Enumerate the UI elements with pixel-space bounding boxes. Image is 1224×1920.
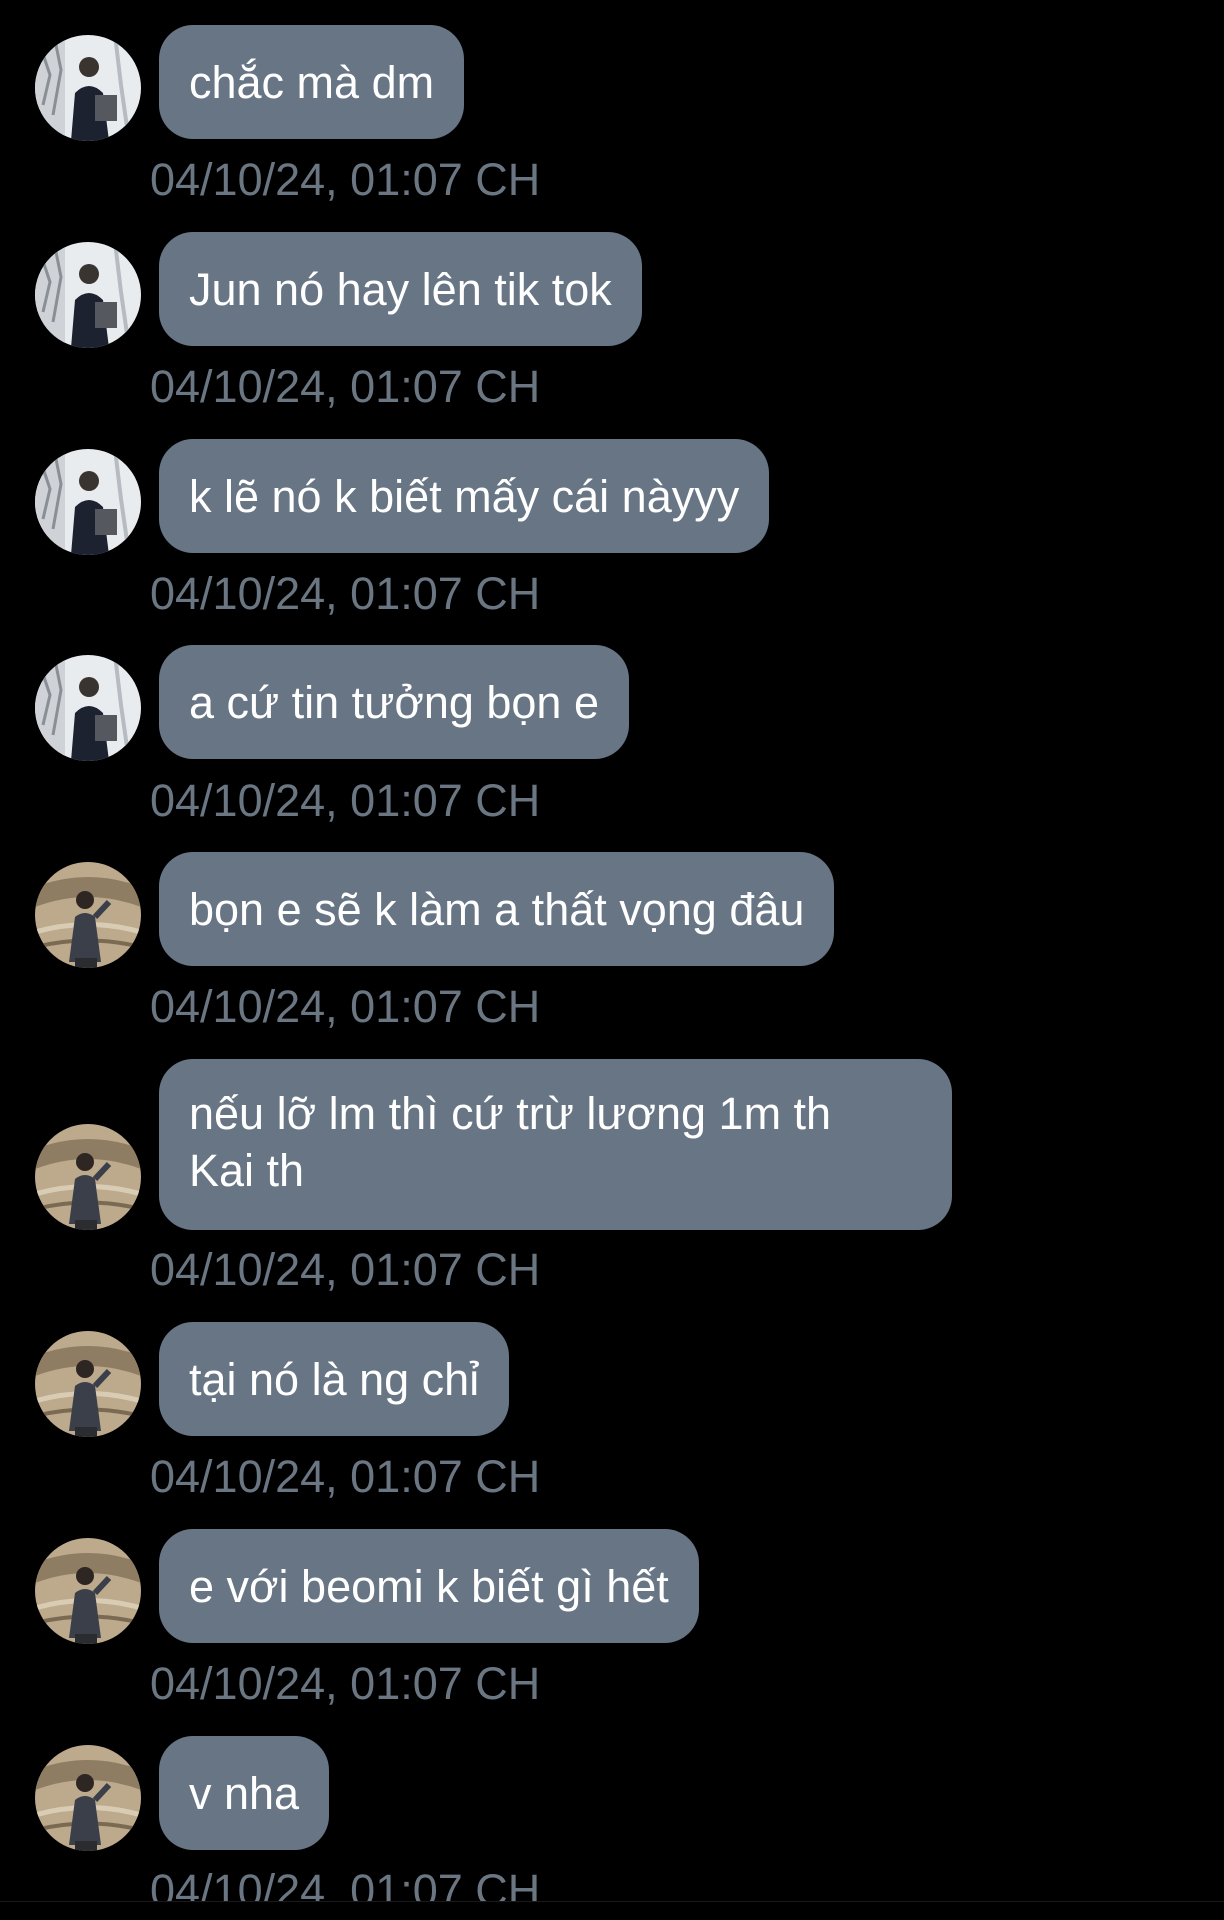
person-photo-icon [35,449,141,555]
message-timestamp: 04/10/24, 01:07 CH [150,775,541,826]
message-timestamp: 04/10/24, 01:07 CH [150,1658,541,1709]
message-bubble[interactable]: nếu lỡ lm thì cứ trừ lương 1m th Kai th [159,1059,952,1230]
avatar[interactable] [35,1538,141,1644]
avatar[interactable] [35,655,141,761]
message-bubble[interactable]: e với beomi k biết gì hết [159,1529,699,1643]
message-bubble[interactable]: bọn e sẽ k làm a thất vọng đâu [159,852,835,966]
message-timestamp: 04/10/24, 01:07 CH [150,1244,541,1295]
person-photo-icon [35,655,141,761]
avatar[interactable] [35,1745,141,1851]
message-timestamp: 04/10/24, 01:07 CH [150,154,541,205]
chat-thread[interactable]: chắc mà dm 04/10/24, 01:07 CH Jun nó hay… [0,0,1224,1920]
person-photo-icon [35,1124,141,1230]
avatar[interactable] [35,449,141,555]
person-photo-icon [35,1538,141,1644]
message-timestamp: 04/10/24, 01:07 CH [150,361,541,412]
message-bubble[interactable]: tại nó là ng chỉ [159,1322,510,1436]
avatar[interactable] [35,862,141,968]
message-bubble[interactable]: chắc mà dm [159,25,465,139]
avatar[interactable] [35,1124,141,1230]
person-photo-icon [35,242,141,348]
person-photo-icon [35,35,141,141]
person-photo-icon [35,1745,141,1851]
avatar[interactable] [35,242,141,348]
message-bubble[interactable]: v nha [159,1736,330,1850]
message-timestamp: 04/10/24, 01:07 CH [150,981,541,1032]
message-timestamp: 04/10/24, 01:07 CH [150,568,541,619]
person-photo-icon [35,862,141,968]
message-bubble[interactable]: a cứ tin tưởng bọn e [159,645,629,759]
bottom-bar [0,1902,1224,1920]
avatar[interactable] [35,35,141,141]
message-bubble[interactable]: k lẽ nó k biết mấy cái nàyyy [159,439,770,553]
message-timestamp: 04/10/24, 01:07 CH [150,1451,541,1502]
message-bubble[interactable]: Jun nó hay lên tik tok [159,232,642,346]
person-photo-icon [35,1331,141,1437]
avatar[interactable] [35,1331,141,1437]
